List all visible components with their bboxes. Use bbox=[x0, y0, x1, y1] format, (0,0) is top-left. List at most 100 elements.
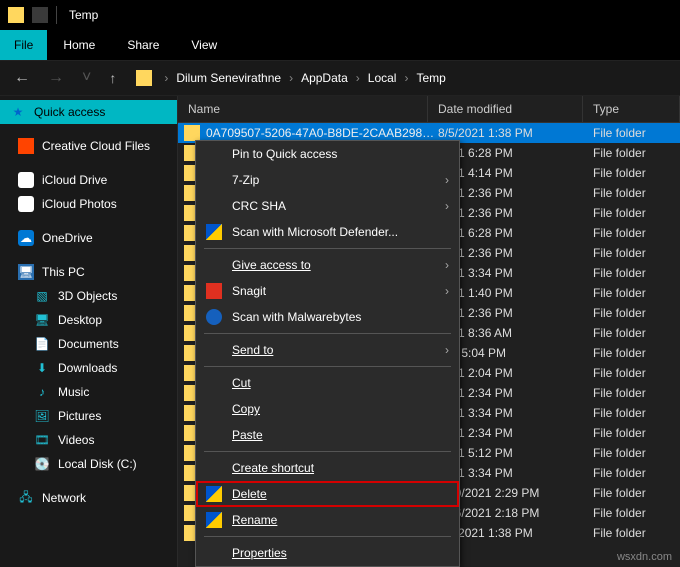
ctx-create-shortcut[interactable]: Create shortcut bbox=[196, 455, 459, 481]
icloud-photos-icon: ☁ bbox=[18, 196, 34, 212]
column-type[interactable]: Type bbox=[583, 96, 680, 122]
breadcrumb-item[interactable]: Local bbox=[366, 67, 399, 89]
ctx-malwarebytes[interactable]: Scan with Malwarebytes bbox=[196, 304, 459, 330]
home-tab[interactable]: Home bbox=[47, 30, 111, 60]
chevron-right-icon[interactable]: › bbox=[283, 71, 299, 85]
ctx-crc[interactable]: CRC SHA› bbox=[196, 193, 459, 219]
breadcrumb[interactable]: › Dilum Senevirathne › AppData › Local ›… bbox=[136, 67, 672, 89]
ctx-label: Delete bbox=[232, 487, 449, 501]
shield-icon bbox=[206, 486, 222, 502]
ctx-defender[interactable]: Scan with Microsoft Defender... bbox=[196, 219, 459, 245]
sidebar-item-label: Quick access bbox=[34, 105, 105, 119]
sidebar-item-local-disk[interactable]: 💽Local Disk (C:) bbox=[0, 452, 177, 476]
snagit-icon bbox=[206, 283, 222, 299]
sidebar-item-label: Desktop bbox=[58, 313, 102, 327]
sidebar-quick-access[interactable]: ★ Quick access bbox=[0, 100, 177, 124]
ctx-label: Rename bbox=[232, 513, 449, 527]
title-bar: Temp bbox=[0, 0, 680, 30]
ctx-give-access[interactable]: Give access to› bbox=[196, 252, 459, 278]
dropdown-icon[interactable] bbox=[32, 7, 48, 23]
sidebar-item-downloads[interactable]: ⬇Downloads bbox=[0, 356, 177, 380]
file-date: 2021 3:34 PM bbox=[438, 266, 593, 280]
file-type: File folder bbox=[593, 286, 680, 300]
sidebar-item-3d-objects[interactable]: ▧3D Objects bbox=[0, 284, 177, 308]
blank-icon bbox=[206, 342, 222, 358]
file-type: File folder bbox=[593, 166, 680, 180]
ctx-paste[interactable]: Paste bbox=[196, 422, 459, 448]
sidebar-item-onedrive[interactable]: ☁OneDrive bbox=[0, 226, 177, 250]
ctx-rename[interactable]: Rename bbox=[196, 507, 459, 533]
icloud-icon: ☁ bbox=[18, 172, 34, 188]
separator bbox=[204, 536, 451, 537]
sidebar-item-music[interactable]: ♪Music bbox=[0, 380, 177, 404]
separator bbox=[204, 333, 451, 334]
ctx-label: Create shortcut bbox=[232, 461, 449, 475]
folder-icon bbox=[184, 125, 200, 141]
file-type: File folder bbox=[593, 306, 680, 320]
ctx-label: Cut bbox=[232, 376, 449, 390]
malwarebytes-icon bbox=[206, 309, 222, 325]
sidebar-item-icloud-drive[interactable]: ☁iCloud Drive bbox=[0, 168, 177, 192]
ctx-label: Properties bbox=[232, 546, 449, 560]
file-type: File folder bbox=[593, 246, 680, 260]
sidebar-item-this-pc[interactable]: 🖥This PC bbox=[0, 260, 177, 284]
file-date: 2021 2:36 PM bbox=[438, 306, 593, 320]
ctx-7zip[interactable]: 7-Zip› bbox=[196, 167, 459, 193]
chevron-right-icon[interactable]: › bbox=[350, 71, 366, 85]
column-date[interactable]: Date modified bbox=[428, 96, 583, 122]
recent-dropdown[interactable]: ˅ bbox=[76, 65, 97, 91]
up-button[interactable]: ↑ bbox=[103, 66, 122, 90]
ctx-delete[interactable]: Delete bbox=[196, 481, 459, 507]
file-date: 8/5/2021 1:38 PM bbox=[438, 126, 593, 140]
breadcrumb-item[interactable]: Temp bbox=[414, 67, 447, 89]
file-type: File folder bbox=[593, 146, 680, 160]
documents-icon: 📄 bbox=[34, 336, 50, 352]
forward-button[interactable]: → bbox=[42, 65, 70, 91]
ctx-properties[interactable]: Properties bbox=[196, 540, 459, 566]
breadcrumb-item[interactable]: Dilum Senevirathne bbox=[174, 67, 283, 89]
ctx-send-to[interactable]: Send to› bbox=[196, 337, 459, 363]
sidebar-item-videos[interactable]: 🎞Videos bbox=[0, 428, 177, 452]
ctx-label: Snagit bbox=[232, 284, 435, 298]
blank-icon bbox=[206, 401, 222, 417]
blank-icon bbox=[206, 257, 222, 273]
separator bbox=[204, 248, 451, 249]
share-tab[interactable]: Share bbox=[111, 30, 175, 60]
ctx-cut[interactable]: Cut bbox=[196, 370, 459, 396]
file-tab[interactable]: File bbox=[0, 30, 47, 60]
sidebar-item-creative-cloud[interactable]: Creative Cloud Files bbox=[0, 134, 177, 158]
view-tab[interactable]: View bbox=[175, 30, 233, 60]
chevron-right-icon[interactable]: › bbox=[398, 71, 414, 85]
file-type: File folder bbox=[593, 426, 680, 440]
sidebar-item-label: Network bbox=[42, 491, 86, 505]
file-date: 2021 2:36 PM bbox=[438, 246, 593, 260]
chevron-right-icon: › bbox=[445, 258, 449, 272]
sidebar-item-network[interactable]: 🖧Network bbox=[0, 486, 177, 510]
ctx-label: Copy bbox=[232, 402, 449, 416]
chevron-right-icon: › bbox=[445, 199, 449, 213]
breadcrumb-item[interactable]: AppData bbox=[299, 67, 350, 89]
file-date: 6/16/2021 2:18 PM bbox=[438, 506, 593, 520]
ctx-snagit[interactable]: Snagit› bbox=[196, 278, 459, 304]
sidebar-item-documents[interactable]: 📄Documents bbox=[0, 332, 177, 356]
ribbon-tabs: File Home Share View bbox=[0, 30, 680, 60]
onedrive-icon: ☁ bbox=[18, 230, 34, 246]
sidebar-item-icloud-photos[interactable]: ☁ iCloud Photos bbox=[0, 192, 177, 216]
file-date: 2021 3:34 PM bbox=[438, 466, 593, 480]
back-button[interactable]: ← bbox=[8, 65, 36, 91]
shield-icon bbox=[206, 224, 222, 240]
column-name[interactable]: Name bbox=[178, 96, 428, 122]
sidebar-item-label: iCloud Photos bbox=[42, 197, 117, 211]
file-type: File folder bbox=[593, 206, 680, 220]
file-date: 2021 2:04 PM bbox=[438, 366, 593, 380]
ctx-pin[interactable]: Pin to Quick access bbox=[196, 141, 459, 167]
sidebar-item-pictures[interactable]: 🖼Pictures bbox=[0, 404, 177, 428]
disk-icon: 💽 bbox=[34, 456, 50, 472]
ctx-copy[interactable]: Copy bbox=[196, 396, 459, 422]
sidebar-item-desktop[interactable]: 🖥Desktop bbox=[0, 308, 177, 332]
chevron-right-icon[interactable]: › bbox=[158, 71, 174, 85]
blank-icon bbox=[206, 545, 222, 561]
file-date: 8/5/2021 1:38 PM bbox=[438, 526, 593, 540]
blank-icon bbox=[206, 198, 222, 214]
ctx-label: Send to bbox=[232, 343, 435, 357]
